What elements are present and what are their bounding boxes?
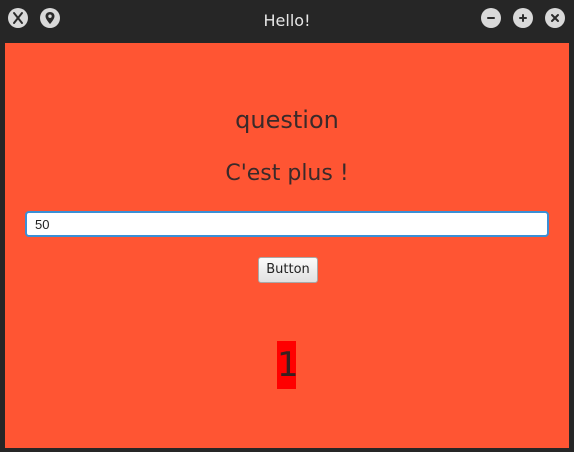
answer-input[interactable] [25, 211, 549, 237]
titlebar: Hello! [0, 0, 574, 40]
plus-glyph-icon [519, 14, 527, 22]
app-window: Hello! question C'est plus ! Button 1 [0, 0, 574, 452]
submit-button[interactable]: Button [258, 257, 318, 283]
counter-value: 1 [277, 341, 299, 389]
minus-glyph-icon [487, 17, 495, 19]
hint-label: C'est plus ! [225, 161, 349, 186]
close-icon[interactable] [545, 8, 565, 28]
content-panel: question C'est plus ! Button 1 [5, 43, 569, 448]
minimize-icon[interactable] [481, 8, 501, 28]
maximize-icon[interactable] [513, 8, 533, 28]
close-glyph-icon [551, 14, 559, 22]
question-label: question [235, 106, 339, 134]
